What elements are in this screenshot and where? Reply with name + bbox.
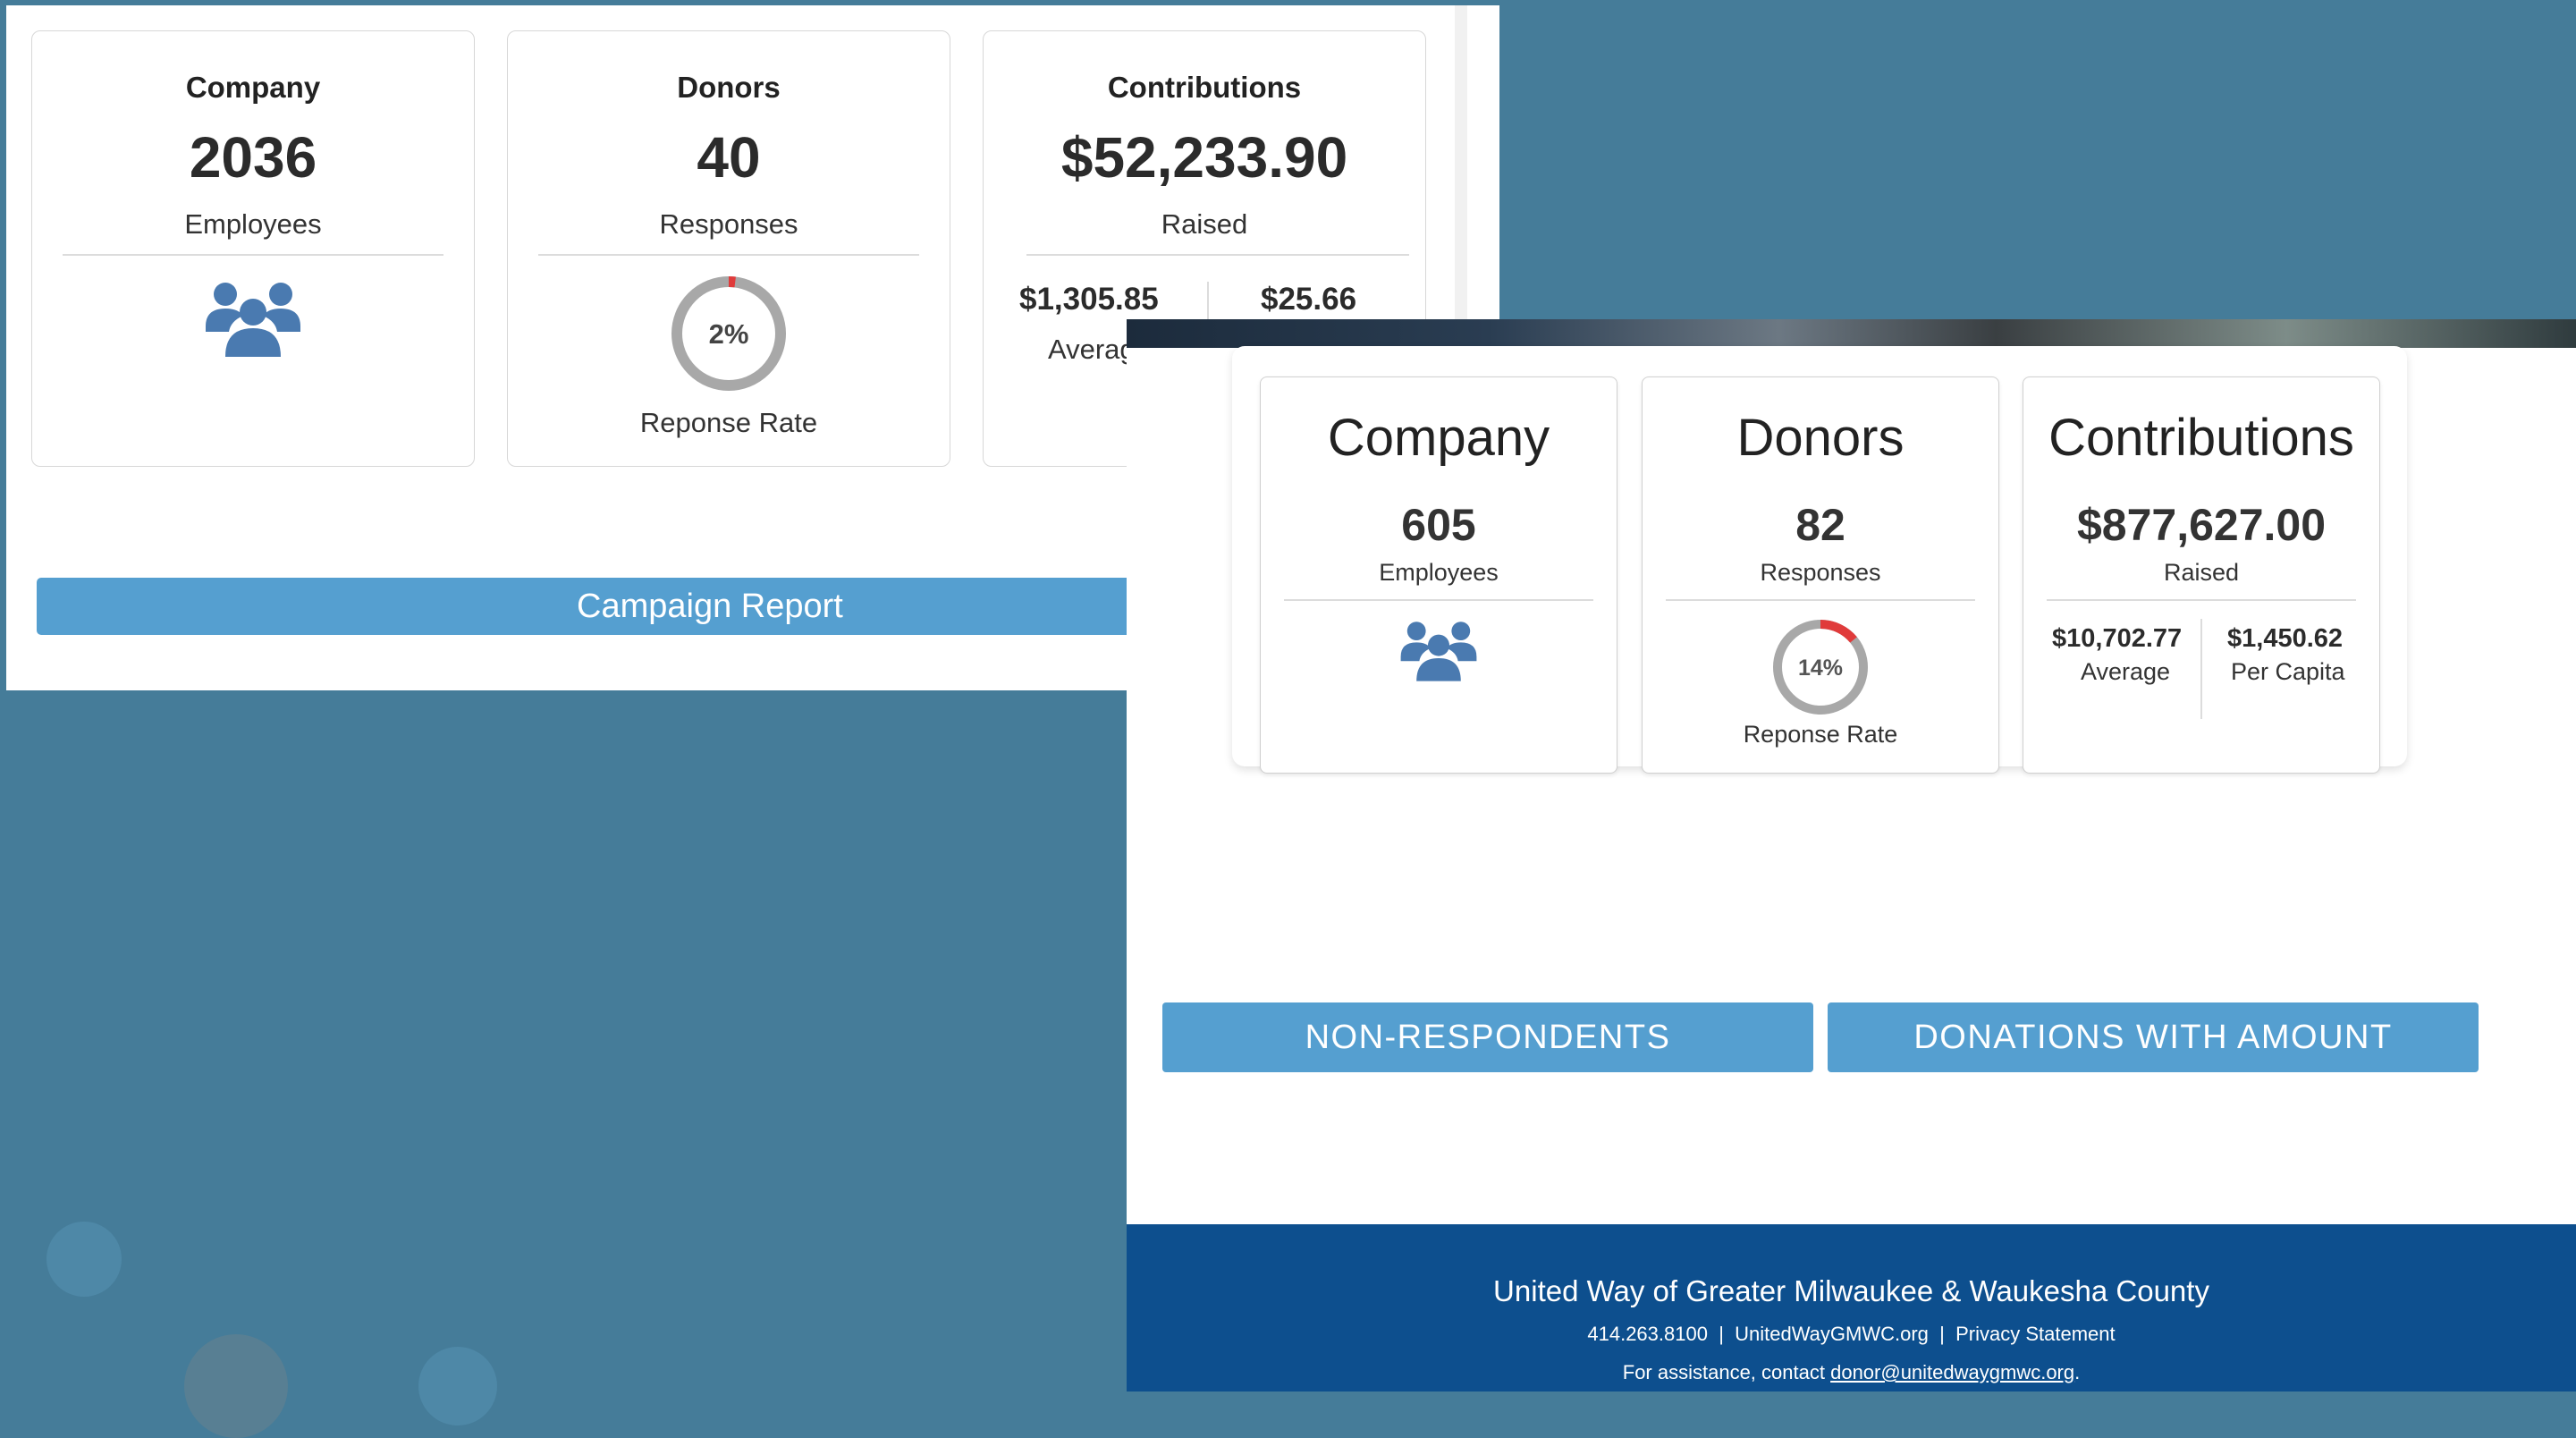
site-footer: United Way of Greater Milwaukee & Waukes… (1127, 1224, 2576, 1391)
response-count: 40 (697, 125, 761, 190)
responses-label: Responses (659, 208, 798, 240)
assistance-period: . (2074, 1361, 2081, 1383)
divider (2047, 599, 2356, 601)
average-amount: $10,702.77 (2052, 624, 2183, 653)
divider (1666, 599, 1975, 601)
donors-card: Donors 82 Responses 14% Reponse Rate (1642, 376, 1999, 774)
response-count: 82 (1795, 500, 1845, 550)
response-rate-ring: 14% (1773, 620, 1868, 715)
employee-count: 605 (1401, 500, 1476, 550)
average-label: Average (2081, 658, 2171, 685)
amount-raised: $877,627.00 (2076, 500, 2327, 550)
company-card: Company 2036 Employees (31, 30, 475, 467)
average-label: Averag (1048, 334, 1136, 365)
company-title: Company (185, 71, 321, 104)
people-group-icon (206, 283, 300, 357)
divider (538, 254, 919, 256)
background-circle (184, 1334, 288, 1438)
response-rate-ring: 2% (671, 276, 786, 391)
assistance-text: For assistance, contact (1622, 1361, 1825, 1383)
response-rate-value: 14% (1798, 656, 1843, 681)
response-rate-caption: Reponse Rate (1743, 721, 1898, 748)
contributions-title: Contributions (2048, 409, 2354, 467)
footer-links: 414.263.8100 | UnitedWayGMWC.org | Priva… (1127, 1323, 2576, 1346)
header-photo-banner (1127, 319, 2576, 348)
raised-label: Raised (2163, 559, 2240, 586)
assistance-line: For assistance, contact donor@unitedwayg… (1127, 1361, 2576, 1384)
footer-separator: | (1719, 1323, 1724, 1345)
organization-name: United Way of Greater Milwaukee & Waukes… (1493, 1274, 2209, 1307)
contributions-card: Contributions $877,627.00 Raised $10,702… (2023, 376, 2380, 774)
company-title: Company (1327, 409, 1550, 467)
phone-number: 414.263.8100 (1587, 1323, 1708, 1345)
average-amount: $1,305.85 (1019, 282, 1159, 317)
responses-label: Responses (1760, 559, 1881, 586)
employees-label: Employees (184, 208, 322, 240)
people-group-icon (1400, 622, 1477, 681)
donors-title: Donors (1736, 409, 1905, 467)
divider (1284, 599, 1593, 601)
background-circle (46, 1222, 122, 1297)
response-rate-value: 2% (709, 318, 749, 350)
dashboard-panel-front: Company 605 Employees Donors 82 Response… (1127, 319, 2576, 1391)
per-capita-amount: $25.66 (1261, 282, 1357, 317)
divider (63, 254, 443, 256)
support-email-link[interactable]: donor@unitedwaygmwc.org (1830, 1361, 2074, 1383)
amount-raised: $52,233.90 (1060, 125, 1348, 190)
per-capita-amount: $1,450.62 (2227, 624, 2344, 653)
stat-divider (2200, 619, 2202, 719)
background-circle (418, 1347, 497, 1425)
raised-label: Raised (1161, 208, 1248, 240)
donors-card: Donors 40 Responses 2% Reponse Rate (507, 30, 950, 467)
website-link[interactable]: UnitedWayGMWC.org (1735, 1323, 1929, 1345)
divider (1026, 254, 1409, 256)
donors-title: Donors (677, 71, 781, 104)
employee-count: 2036 (189, 125, 317, 190)
per-capita-label: Per Capita (2231, 658, 2345, 685)
contributions-title: Contributions (1107, 71, 1302, 104)
employees-label: Employees (1379, 559, 1499, 586)
non-respondents-button[interactable]: NON-RESPONDENTS (1162, 1002, 1813, 1072)
response-rate-caption: Reponse Rate (639, 407, 818, 438)
company-card: Company 605 Employees (1260, 376, 1617, 774)
privacy-statement-link[interactable]: Privacy Statement (1955, 1323, 2116, 1345)
footer-separator: | (1939, 1323, 1945, 1345)
donations-with-amount-button[interactable]: DONATIONS WITH AMOUNT (1828, 1002, 2479, 1072)
